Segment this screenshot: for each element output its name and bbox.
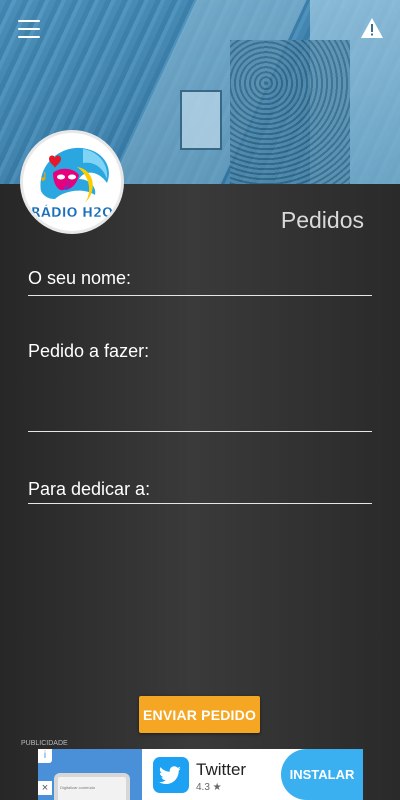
logo-text: RÁDIO H2O (31, 205, 113, 221)
ad-screenshot-text: Digitalizar conteúdo (60, 785, 96, 790)
ad-info-icon[interactable]: i (38, 749, 52, 763)
ad-close-icon[interactable]: × (38, 781, 52, 795)
ad-label: PUBLICIDADE (21, 740, 68, 747)
ad-screenshot: Digitalizar conteúdo (38, 749, 142, 800)
warning-triangle-icon[interactable] (360, 17, 384, 39)
radio-logo: RÁDIO H2O (20, 130, 124, 234)
name-field-label: O seu nome: (28, 268, 132, 288)
install-button[interactable]: INSTALAR (281, 749, 363, 800)
submit-request-button[interactable]: ENVIAR PEDIDO (139, 696, 260, 733)
ad-banner[interactable]: Digitalizar conteúdo i × Twitter 4.3 ★ I… (38, 749, 363, 800)
page-title: Pedidos (280, 207, 364, 233)
ad-app-name: Twitter (196, 760, 247, 779)
name-field[interactable]: O seu nome: (28, 268, 372, 296)
hamburger-menu-icon[interactable] (18, 20, 40, 38)
dedicate-field-label: Para dedicar a: (28, 479, 151, 499)
ad-app-rating: 4.3 ★ (196, 782, 222, 793)
request-field-label: Pedido a fazer: (28, 341, 150, 361)
dedicate-field[interactable]: Para dedicar a: (28, 479, 372, 504)
request-field[interactable]: Pedido a fazer: (28, 341, 372, 432)
twitter-bird-icon (153, 757, 189, 793)
